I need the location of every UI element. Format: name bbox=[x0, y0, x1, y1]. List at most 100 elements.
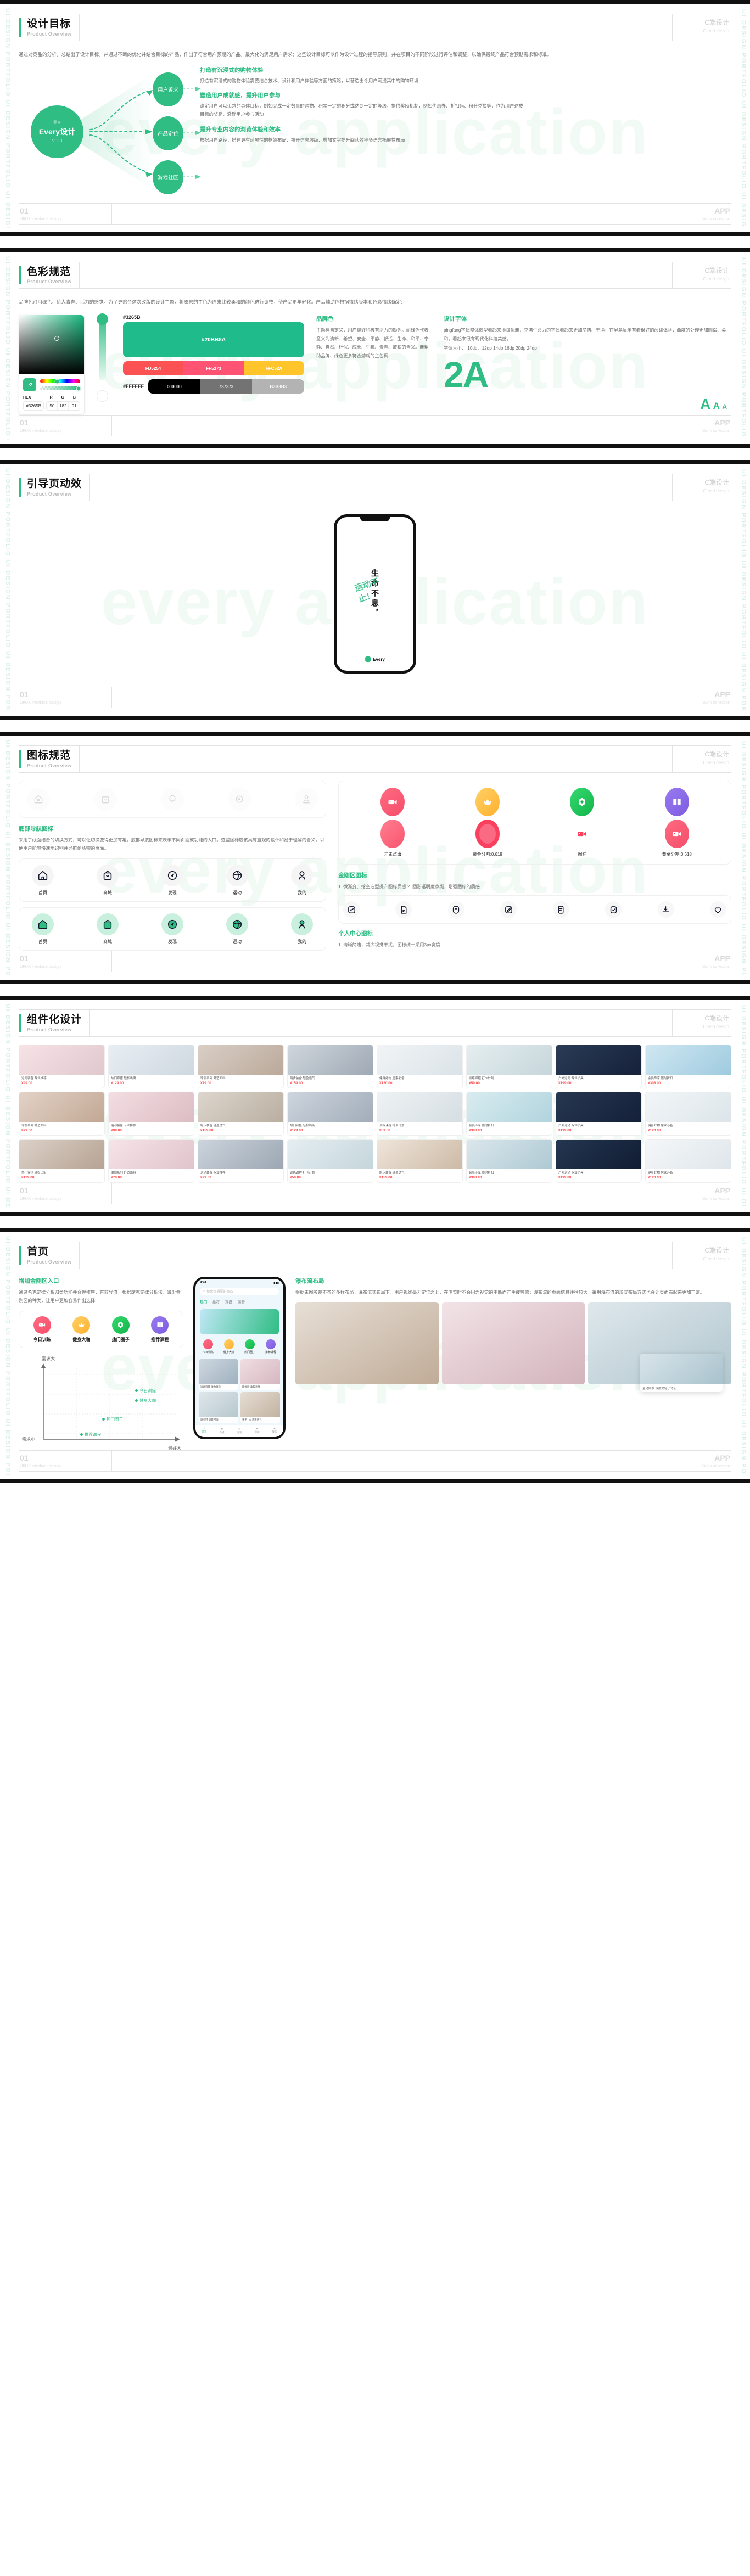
phone-king-1[interactable]: 今日训练 bbox=[203, 1339, 214, 1354]
card-title: 热门穿搭 轻松出街 bbox=[21, 1171, 47, 1175]
color-picker[interactable]: HEX R G B #3265B 50 182 91 bbox=[19, 315, 85, 416]
alpha-slider[interactable] bbox=[40, 386, 81, 391]
font-sample-a1: A bbox=[700, 396, 711, 413]
personal-center-icon-row bbox=[338, 895, 731, 924]
component-card[interactable]: 训练课程 打卡计划 ¥59.00 bbox=[466, 1044, 552, 1088]
component-card[interactable]: 健身好物 居家必备 ¥120.00 bbox=[645, 1138, 731, 1183]
king-caption-4: 黄金分割:0.618 bbox=[662, 851, 692, 857]
footer-caption: UI/UX interface design bbox=[20, 700, 61, 705]
section-design-goals: every application UI DESIGN PORTFOLIO UI… bbox=[0, 0, 750, 236]
card-price: ¥129.00 bbox=[21, 1176, 35, 1180]
component-card[interactable]: 运动装备 专业推荐 ¥99.00 bbox=[108, 1091, 194, 1136]
accent-swatch-1: FD5254 bbox=[123, 361, 183, 376]
page-subtitle: Product Overview bbox=[27, 1259, 72, 1265]
nav-shop[interactable]: ▣ 商城 bbox=[220, 1427, 225, 1434]
component-card[interactable]: 会员专享 限时折扣 ¥308.00 bbox=[645, 1044, 731, 1088]
goals-diagram: 健身 Every设计 V 2.0 用户诉求 产品定位 游戏社区 打造有沉浸式的购… bbox=[19, 66, 731, 203]
component-card[interactable]: 健身好物 居家必备 ¥120.00 bbox=[377, 1044, 463, 1088]
page-title: 首页 bbox=[27, 1245, 49, 1258]
r-input[interactable]: 50 bbox=[47, 402, 58, 411]
component-card[interactable]: 跑步装备 轻盈透气 ¥159.00 bbox=[377, 1138, 463, 1183]
nav-label-sports: 运动 bbox=[233, 890, 242, 896]
card-title: 瑜伽系列 舒适面料 bbox=[111, 1171, 136, 1175]
search-input[interactable]: ⌕ 搜索你想要的商品 bbox=[200, 1287, 279, 1295]
hue-slider[interactable] bbox=[40, 379, 80, 384]
hot-circle-icon bbox=[570, 787, 595, 816]
footer-right-caption: Work collection bbox=[702, 216, 730, 221]
component-card[interactable]: 瑜伽系列 舒适面料 ¥79.00 bbox=[19, 1091, 105, 1136]
phone-king-2[interactable]: 健身大咖 bbox=[223, 1339, 234, 1354]
tab-gear[interactable]: 装备 bbox=[238, 1299, 245, 1305]
tab-hot[interactable]: 热门 bbox=[200, 1299, 207, 1305]
component-card[interactable]: 运动装备 专业推荐 ¥99.00 bbox=[198, 1138, 284, 1183]
floating-product-card[interactable]: 运动内衣 深度交错小背心 bbox=[640, 1354, 723, 1393]
king-label-3: 热门圈子 bbox=[111, 1337, 130, 1342]
node-to-text-arrows bbox=[183, 86, 201, 179]
personal-heading: 个人中心图标 bbox=[338, 930, 373, 938]
king-cell-course[interactable]: 推荐课程 bbox=[151, 1316, 169, 1343]
book-icon bbox=[664, 787, 689, 816]
section-footer: 01 UI/UX interface design APP Work collect… bbox=[19, 415, 731, 437]
g-input[interactable]: 182 bbox=[58, 402, 69, 411]
component-card[interactable]: 训练课程 打卡计划 ¥59.00 bbox=[377, 1091, 463, 1136]
component-card[interactable]: 健身好物 居家必备 ¥120.00 bbox=[645, 1091, 731, 1136]
king-cell-trainer[interactable]: 健身大咖 bbox=[72, 1316, 91, 1343]
footer-caption: UI/UX interface design bbox=[20, 216, 61, 221]
crown-icon bbox=[72, 1316, 91, 1334]
picker-handle[interactable] bbox=[54, 336, 59, 341]
card-title: 户外运动 专业护具 bbox=[558, 1171, 584, 1175]
king-cell-circle[interactable]: 热门圈子 bbox=[111, 1316, 130, 1343]
component-card[interactable]: 热门穿搭 轻松出街 ¥129.00 bbox=[287, 1091, 373, 1136]
tab-recommend[interactable]: 推荐 bbox=[212, 1299, 220, 1305]
phone-card[interactable]: 瑜伽服 柔软亲肤 bbox=[240, 1359, 280, 1390]
golden-ratio-shape-1 bbox=[475, 819, 500, 848]
nav-profile[interactable]: ☻ 我的 bbox=[272, 1427, 277, 1434]
card-title: 跑步装备 轻盈透气 bbox=[200, 1124, 226, 1127]
component-card[interactable]: 训练课程 打卡计划 ¥59.00 bbox=[287, 1138, 373, 1183]
phone-king-4[interactable]: 推荐课程 bbox=[265, 1339, 276, 1354]
phone-card[interactable]: 跑步鞋 缓震回弹 bbox=[199, 1392, 238, 1423]
hex-input[interactable]: #3265B bbox=[23, 401, 44, 411]
nav-home[interactable]: ⌂ 首页 bbox=[202, 1427, 207, 1434]
nav-discover[interactable]: ◎ 发现 bbox=[237, 1427, 242, 1434]
tab-outfit[interactable]: 穿搭 bbox=[225, 1299, 232, 1305]
video-icon bbox=[380, 787, 405, 816]
home-right-column: 瀑布流布局 根据素图参差不齐的多样布局，瀑布流式布局下，用户视线毫无定位之上，在… bbox=[295, 1277, 732, 1450]
discover-compass-icon bbox=[161, 787, 184, 811]
hero-banner[interactable] bbox=[200, 1309, 279, 1334]
swatch-column: #3265B #20BB8A FD5254 FF5373 FFC52A #FFF… bbox=[123, 315, 304, 415]
b-input[interactable]: 91 bbox=[69, 402, 80, 410]
floating-card-title: 运动内衣 深度交错小背心 bbox=[642, 1387, 677, 1391]
nav-icon-discover-filled: 发现 bbox=[155, 913, 189, 945]
component-card[interactable]: 跑步装备 轻盈透气 ¥159.00 bbox=[287, 1044, 373, 1088]
node-user-demand: 用户诉求 bbox=[153, 72, 183, 106]
king-cell-training[interactable]: 今日训练 bbox=[33, 1316, 51, 1343]
phone-bottom-nav: ⌂ 首页 ▣ 商城 ◎ 发现 ● 运动 ☻ 我的 bbox=[195, 1425, 283, 1438]
phone-king-3[interactable]: 热门圈子 bbox=[244, 1339, 255, 1354]
component-card[interactable]: 户外运动 专业护具 ¥199.00 bbox=[556, 1138, 642, 1183]
component-card[interactable]: 会员专享 限时折扣 ¥308.00 bbox=[466, 1091, 552, 1136]
eyedropper-icon[interactable] bbox=[23, 378, 36, 392]
component-card[interactable]: 瑜伽系列 舒适面料 ¥79.00 bbox=[108, 1138, 194, 1183]
component-card[interactable]: 户外运动 专业护具 ¥199.00 bbox=[556, 1091, 642, 1136]
footer-right: APP Work collection bbox=[671, 203, 731, 224]
corner-subtitle: C-end design bbox=[703, 1024, 729, 1030]
saturation-area[interactable] bbox=[19, 315, 84, 375]
nav-label-home: 首页 bbox=[38, 890, 47, 896]
brand-heading: 品牌色 bbox=[316, 316, 334, 323]
page-title: 引导页动效 bbox=[27, 478, 82, 490]
status-bar: 9:41 ▮▮▮ bbox=[195, 1279, 283, 1286]
component-card[interactable]: 瑜伽系列 舒适面料 ¥79.00 bbox=[198, 1044, 284, 1088]
component-card[interactable]: 户外运动 专业护具 ¥199.00 bbox=[556, 1044, 642, 1088]
font-sizes: 字体大小： 10dp、12dp 14dp 16dp 20dp 24dp bbox=[444, 346, 537, 351]
nav-sports[interactable]: ● 运动 bbox=[255, 1427, 260, 1434]
component-card[interactable]: 会员专享 限时折扣 ¥308.00 bbox=[466, 1138, 552, 1183]
component-card[interactable]: 跑步装备 轻盈透气 ¥159.00 bbox=[198, 1091, 284, 1136]
component-card[interactable]: 热门穿搭 轻松出街 ¥129.00 bbox=[108, 1044, 194, 1088]
component-card[interactable]: 运动装备 专业推荐 ¥99.00 bbox=[19, 1044, 105, 1088]
component-card[interactable]: 热门穿搭 轻松出街 ¥129.00 bbox=[19, 1138, 105, 1183]
card-title: 跑步装备 轻盈透气 bbox=[290, 1076, 315, 1080]
node-game-community: 游戏社区 bbox=[153, 160, 183, 194]
phone-card[interactable]: 速干T恤 清爽透气 bbox=[240, 1392, 280, 1423]
phone-card[interactable]: 运动套装 弹力修身 bbox=[199, 1359, 238, 1390]
